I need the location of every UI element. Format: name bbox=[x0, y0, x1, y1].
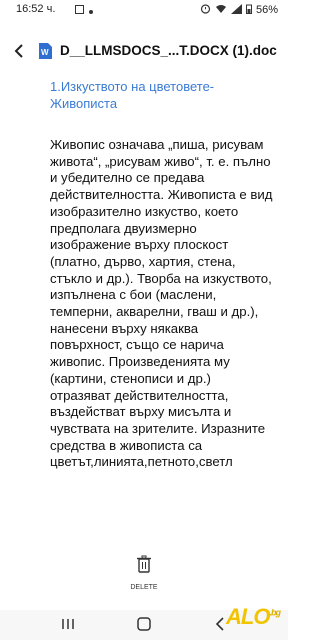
delete-button[interactable]: DELETE bbox=[124, 555, 164, 600]
battery-icon bbox=[245, 4, 252, 17]
svg-text:W: W bbox=[41, 48, 49, 57]
status-time: 16:52 ч. bbox=[16, 3, 56, 15]
alarm-icon bbox=[200, 3, 211, 17]
status-bar: 16:52 ч. 56% bbox=[0, 0, 288, 20]
delete-label: DELETE bbox=[130, 584, 158, 591]
document-heading: 1.Изкуството на цветовете-Живописта bbox=[50, 79, 215, 111]
trash-icon bbox=[137, 555, 151, 573]
notification-dot-icon bbox=[89, 5, 93, 17]
document-title: D__LLMSDOCS_...T.DOCX (1).doc bbox=[60, 43, 277, 58]
bottom-toolbar: DELETE bbox=[0, 540, 288, 610]
recents-icon[interactable] bbox=[60, 616, 76, 637]
notification-icons bbox=[75, 5, 93, 17]
home-icon[interactable] bbox=[136, 616, 152, 637]
back-button[interactable] bbox=[8, 40, 30, 62]
watermark-logo: ALO.bg bbox=[226, 604, 281, 629]
back-arrow-icon bbox=[14, 44, 23, 58]
signal-icon bbox=[230, 3, 242, 17]
notification-square-icon bbox=[75, 5, 84, 17]
wifi-icon bbox=[215, 4, 227, 17]
app-bar: W D__LLMSDOCS_...T.DOCX (1).doc bbox=[0, 34, 288, 68]
battery-percent: 56% bbox=[255, 4, 278, 16]
word-document-icon: W bbox=[38, 43, 52, 59]
status-right-icons: 56% bbox=[200, 3, 278, 17]
document-body: Живопис означава „пиша, рисувам живота“,… bbox=[50, 137, 273, 470]
